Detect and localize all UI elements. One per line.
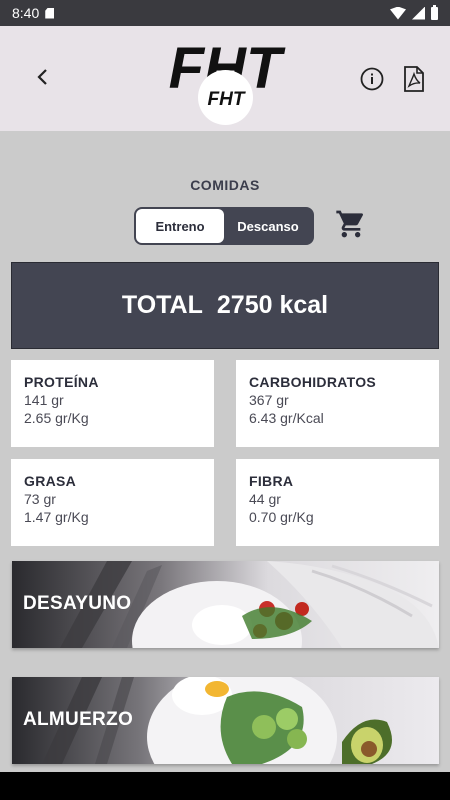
macro-ratio: 2.65 gr/Kg [24,410,89,426]
wifi-icon [390,6,406,20]
status-time: 8:40 [12,5,40,21]
total-label: TOTAL [121,291,203,319]
macro-ratio: 6.43 gr/Kcal [249,410,324,426]
brand-logo-badge: FHT [198,70,253,125]
macro-card-carbs: CARBOHIDRATOS 367 gr 6.43 gr/Kcal [236,360,439,447]
macro-name: GRASA [24,473,77,489]
info-button[interactable] [360,67,384,91]
meal-label: DESAYUNO [23,593,132,614]
cart-icon [336,210,364,238]
meal-label: ALMUERZO [23,709,134,730]
macro-amount: 367 gr [249,392,289,408]
meal-card-desayuno[interactable]: DESAYUNO [12,561,439,648]
macro-name: CARBOHIDRATOS [249,374,377,390]
system-navigation-bar [0,772,450,800]
macro-card-protein: PROTEÍNA 141 gr 2.65 gr/Kg [11,360,214,447]
total-value: 2750 kcal [216,291,329,319]
brand-logo-small: FHT [207,89,245,109]
status-bar: 8:40 [0,0,450,26]
macro-ratio: 0.70 gr/Kg [249,509,314,525]
macro-amount: 73 gr [24,491,56,507]
brand-logo-small-text: FHT [207,89,245,109]
signal-icon [412,6,425,20]
macro-name: FIBRA [249,473,294,489]
total-calories-banner: TOTAL 2750 kcal [11,262,439,349]
page-title: COMIDAS [190,177,260,193]
day-type-toggle: Entreno Descanso [134,207,314,245]
info-icon [360,67,384,91]
macro-amount: 44 gr [249,491,281,507]
toggle-descanso[interactable]: Descanso [224,209,312,243]
meal-card-almuerzo[interactable]: ALMUERZO [12,677,439,764]
pdf-icon [404,66,424,92]
pdf-button[interactable] [403,66,425,92]
battery-icon [431,4,438,20]
back-arrow-icon [37,69,47,85]
macro-card-fat: GRASA 73 gr 1.47 gr/Kg [11,459,214,546]
macro-card-fiber: FIBRA 44 gr 0.70 gr/Kg [236,459,439,546]
macro-amount: 141 gr [24,392,64,408]
cart-button[interactable] [335,208,367,240]
macro-ratio: 1.47 gr/Kg [24,509,89,525]
sd-card-icon [45,7,55,19]
toggle-entreno[interactable]: Entreno [136,209,224,243]
back-button[interactable] [30,64,56,90]
macro-name: PROTEÍNA [24,374,99,390]
